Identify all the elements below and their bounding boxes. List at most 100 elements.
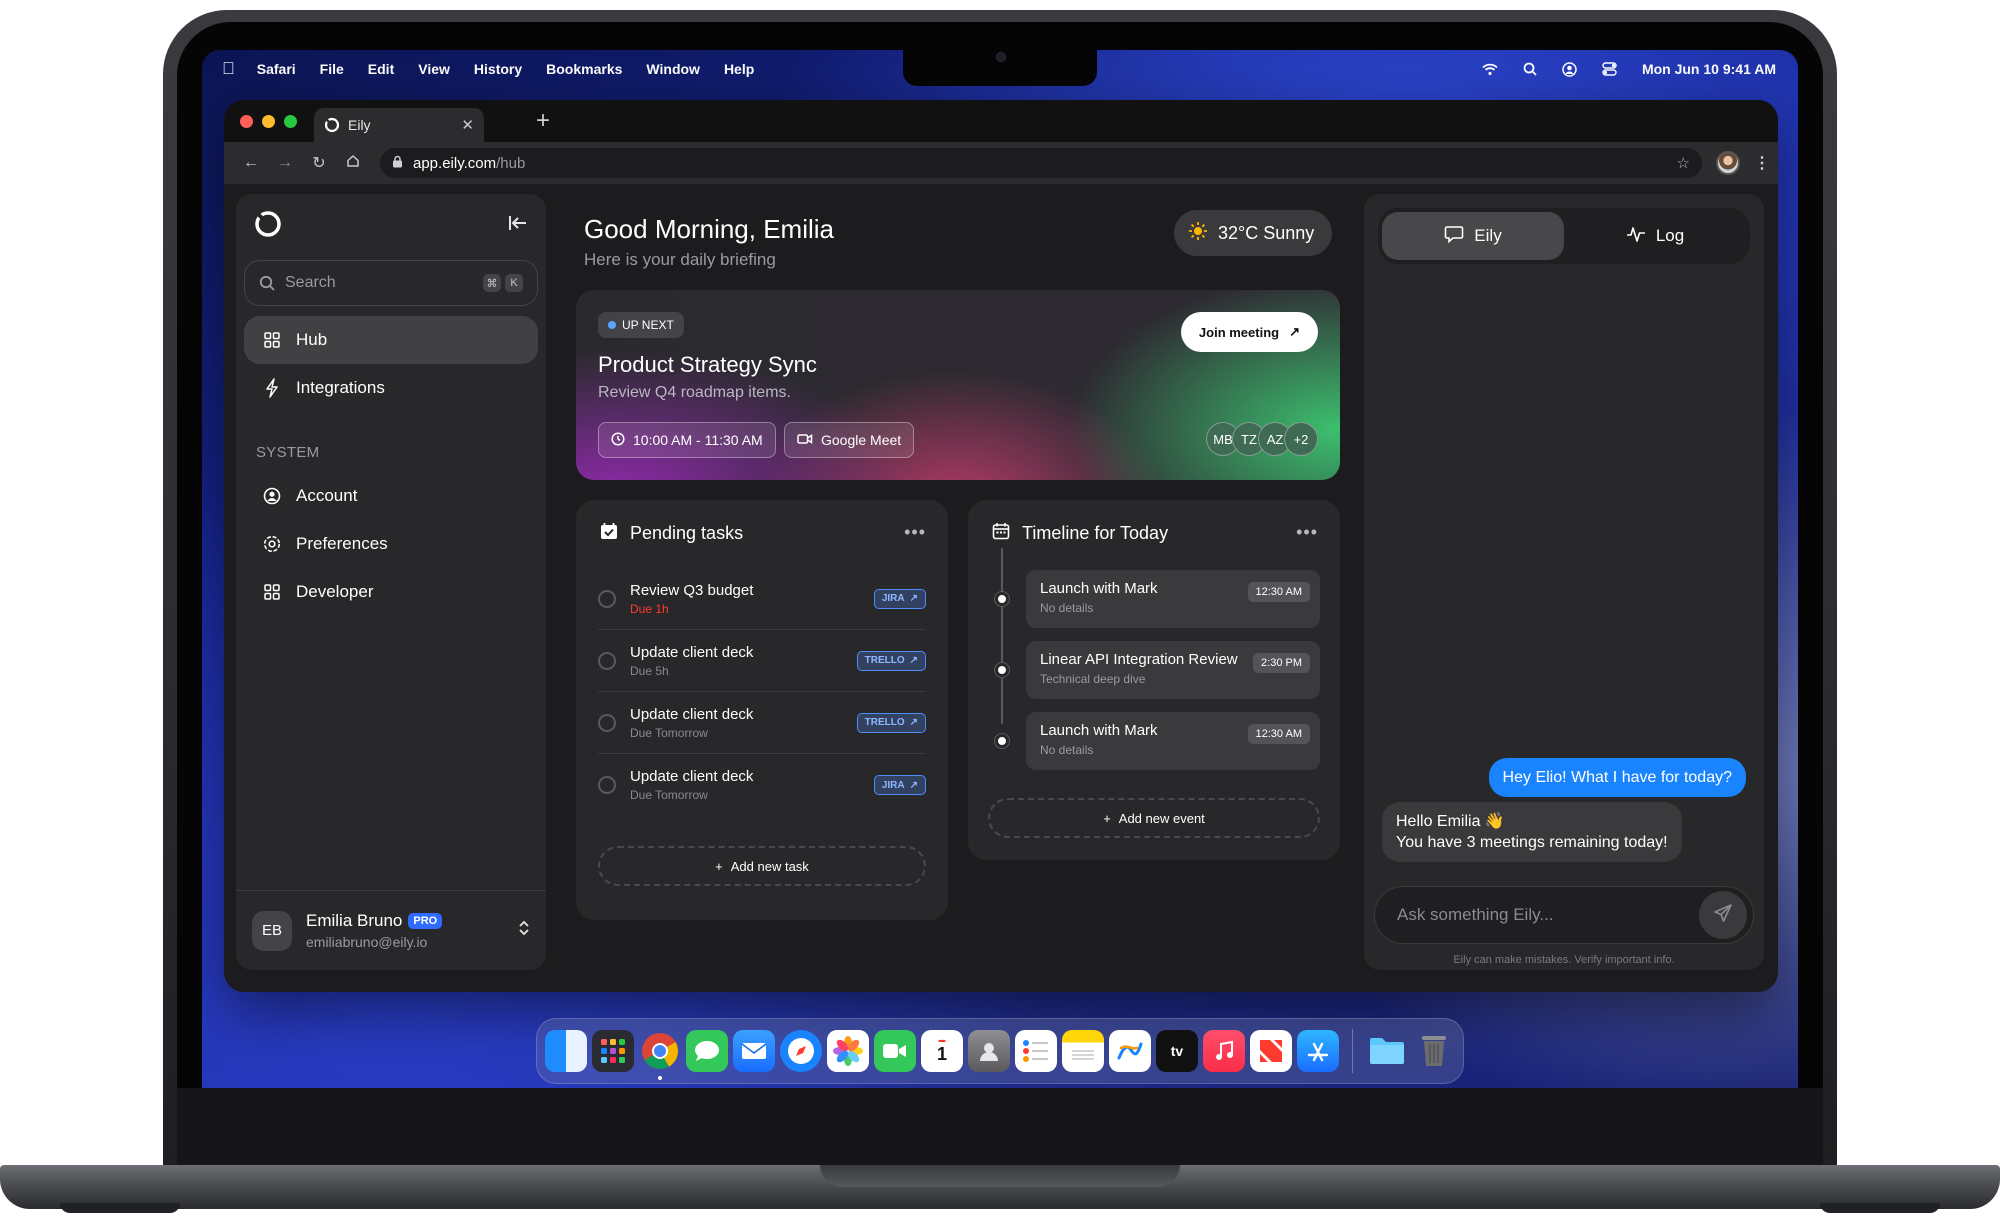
user-email: emiliabruno@eily.io xyxy=(306,934,428,950)
photos-icon[interactable] xyxy=(827,1030,869,1072)
facetime-icon[interactable] xyxy=(874,1030,916,1072)
join-meeting-button[interactable]: Join meeting ↗ xyxy=(1180,312,1318,352)
zoom-window-button[interactable] xyxy=(284,114,297,128)
contacts-icon[interactable] xyxy=(968,1030,1010,1072)
menu-bookmarks[interactable]: Bookmarks xyxy=(546,61,622,77)
add-task-button[interactable]: + Add new task xyxy=(598,846,926,886)
timeline-event[interactable]: Linear API Integration Review Technical … xyxy=(1026,641,1320,699)
user-switch-icon[interactable] xyxy=(1562,61,1578,77)
tab-title: Eily xyxy=(348,117,371,133)
task-row[interactable]: Review Q3 budget Due 1h JIRA ↗ xyxy=(598,568,926,630)
back-arrow-icon[interactable]: ← xyxy=(234,154,268,172)
sidebar-item-integrations[interactable]: Integrations xyxy=(244,364,538,412)
task-source-tag[interactable]: JIRA ↗ xyxy=(873,775,926,795)
user-card[interactable]: EB Emilia Bruno PRO emiliabruno@eily.io xyxy=(236,890,546,970)
pending-tasks-card: Pending tasks ••• Review Q3 budget Due 1… xyxy=(576,500,948,920)
chrome-icon[interactable] xyxy=(639,1030,681,1080)
control-center-icon[interactable] xyxy=(1602,61,1618,77)
chat-input[interactable]: Ask something Eily... xyxy=(1374,886,1754,944)
calendar-app-icon[interactable]: ▬ 1 xyxy=(921,1030,963,1072)
eily-logo-icon[interactable] xyxy=(254,210,282,238)
forward-arrow-icon[interactable]: → xyxy=(268,154,302,172)
task-source-tag[interactable]: TRELLO ↗ xyxy=(856,712,926,733)
url-path: /hub xyxy=(496,154,526,172)
spotlight-search-icon[interactable] xyxy=(1522,61,1538,77)
timeline-event[interactable]: Launch with Mark No details 12:30 AM xyxy=(1026,712,1320,770)
sidebar-item-preferences[interactable]: Preferences xyxy=(244,520,538,568)
attendee-avatars[interactable]: MB TZ AZ +2 xyxy=(1206,422,1318,456)
task-source-tag[interactable]: JIRA ↗ xyxy=(873,588,926,609)
close-window-button[interactable] xyxy=(240,114,253,128)
launchpad-icon[interactable] xyxy=(592,1030,634,1072)
menu-history[interactable]: History xyxy=(474,61,522,77)
browser-profile-avatar[interactable] xyxy=(1716,151,1740,175)
add-event-label: Add new event xyxy=(1118,810,1205,826)
reminders-icon[interactable] xyxy=(1015,1030,1057,1072)
pending-tasks-header: Pending tasks xyxy=(600,522,743,545)
mail-icon[interactable] xyxy=(733,1030,775,1072)
up-next-badge: UP NEXT xyxy=(598,312,684,338)
notes-icon[interactable] xyxy=(1062,1030,1104,1072)
home-icon[interactable] xyxy=(336,154,370,173)
music-icon[interactable] xyxy=(1203,1030,1245,1072)
task-checkbox[interactable] xyxy=(598,651,616,670)
tab-log[interactable]: Log xyxy=(1564,212,1746,260)
collapse-sidebar-icon[interactable] xyxy=(508,214,528,237)
browser-tab[interactable]: Eily ✕ xyxy=(314,108,484,142)
bookmark-star-icon[interactable]: ☆ xyxy=(1677,154,1690,172)
folder-icon[interactable] xyxy=(1366,1030,1408,1072)
safari-icon[interactable] xyxy=(780,1030,822,1072)
sidebar-item-developer[interactable]: Developer xyxy=(244,568,538,616)
sidebar-item-label: Preferences xyxy=(296,534,388,553)
freeform-icon[interactable] xyxy=(1109,1030,1151,1072)
app-store-icon[interactable] xyxy=(1297,1030,1339,1072)
wifi-icon[interactable] xyxy=(1482,61,1498,77)
timeline-event[interactable]: Launch with Mark No details 12:30 AM xyxy=(1026,570,1320,628)
checkbox-calendar-icon xyxy=(600,522,618,545)
sidebar-item-hub[interactable]: Hub xyxy=(244,316,538,364)
add-event-button[interactable]: + Add new event xyxy=(988,798,1320,838)
tab-eily[interactable]: Eily xyxy=(1382,212,1564,260)
url-field[interactable]: app.eily.com/hub ☆ xyxy=(380,148,1702,178)
task-title: Update client deck xyxy=(630,705,754,723)
more-options-icon[interactable]: ••• xyxy=(904,522,926,543)
chevron-up-down-icon[interactable] xyxy=(518,919,530,942)
trash-icon[interactable] xyxy=(1413,1030,1455,1072)
finder-icon[interactable] xyxy=(545,1030,587,1072)
menubar-clock[interactable]: Mon Jun 10 9:41 AM xyxy=(1642,61,1776,77)
menu-view[interactable]: View xyxy=(418,61,450,77)
news-icon[interactable] xyxy=(1250,1030,1292,1072)
timeline-dot xyxy=(995,592,1009,606)
search-input[interactable]: Search ⌘ K xyxy=(244,260,538,306)
sidebar-item-account[interactable]: Account xyxy=(244,472,538,520)
menu-help[interactable]: Help xyxy=(724,61,754,77)
send-button[interactable] xyxy=(1699,891,1747,939)
url-host: app.eily.com xyxy=(413,154,497,172)
apple-icon[interactable]:  xyxy=(222,59,235,79)
minimize-window-button[interactable] xyxy=(262,114,275,128)
task-checkbox[interactable] xyxy=(598,589,616,608)
menu-app-name[interactable]: Safari xyxy=(257,61,296,77)
meeting-platform-chip[interactable]: Google Meet xyxy=(784,422,915,458)
more-options-icon[interactable]: ••• xyxy=(1296,522,1318,543)
menu-file[interactable]: File xyxy=(320,61,344,77)
task-source-tag[interactable]: TRELLO ↗ xyxy=(856,650,926,671)
sidebar-item-label: Hub xyxy=(296,330,328,349)
assistant-message-line: Hello Emilia 👋 xyxy=(1396,813,1505,830)
bolt-icon xyxy=(262,378,282,398)
task-checkbox[interactable] xyxy=(598,713,616,732)
menu-edit[interactable]: Edit xyxy=(368,61,394,77)
apple-tv-icon[interactable]: tv xyxy=(1156,1030,1198,1072)
task-row[interactable]: Update client deck Due Tomorrow JIRA ↗ xyxy=(598,754,926,816)
browser-menu-icon[interactable]: ⋮ xyxy=(1754,153,1770,173)
task-row[interactable]: Update client deck Due 5h TRELLO ↗ xyxy=(598,630,926,692)
task-checkbox[interactable] xyxy=(598,776,616,794)
weather-pill[interactable]: 32°C Sunny xyxy=(1174,210,1333,256)
messages-icon[interactable] xyxy=(686,1030,728,1072)
task-row[interactable]: Update client deck Due Tomorrow TRELLO ↗ xyxy=(598,692,926,754)
reload-icon[interactable]: ↻ xyxy=(302,153,336,173)
new-tab-button[interactable]: + xyxy=(536,109,550,133)
menu-window[interactable]: Window xyxy=(646,61,700,77)
up-next-card: UP NEXT Product Strategy Sync Review Q4 … xyxy=(576,290,1340,480)
close-tab-icon[interactable]: ✕ xyxy=(461,116,474,134)
